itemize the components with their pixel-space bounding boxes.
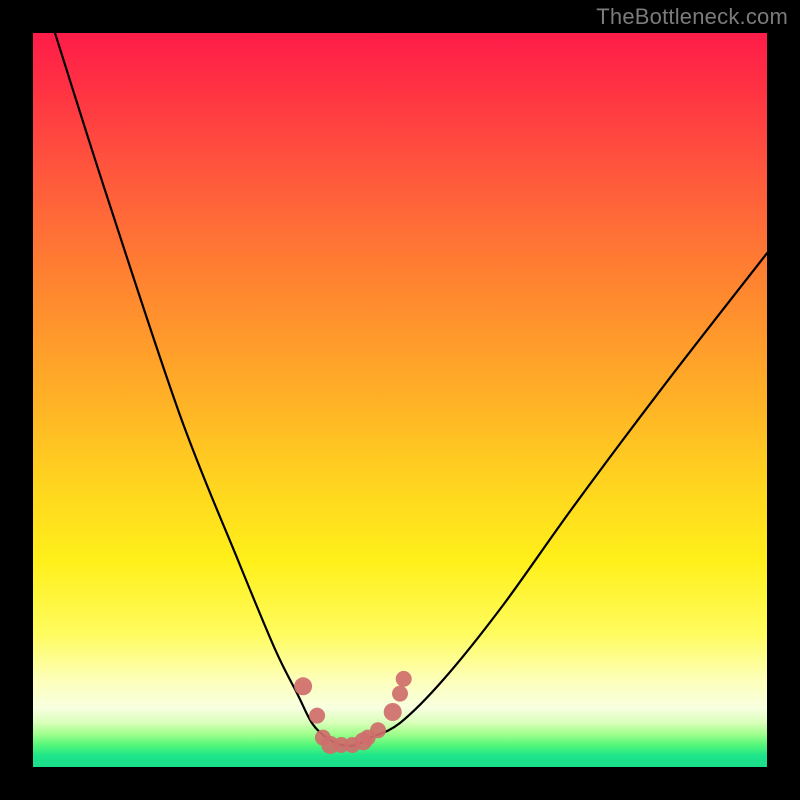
marker-dot bbox=[321, 736, 339, 754]
marker-dot bbox=[360, 730, 376, 746]
chart-frame: TheBottleneck.com bbox=[0, 0, 800, 800]
marker-dot bbox=[333, 737, 349, 753]
marker-dot bbox=[392, 686, 408, 702]
marker-dot bbox=[309, 708, 325, 724]
marker-dot bbox=[396, 671, 412, 687]
marker-dot bbox=[354, 732, 372, 750]
marker-dot bbox=[344, 737, 360, 753]
highlight-dots bbox=[294, 671, 412, 754]
watermark-text: TheBottleneck.com bbox=[596, 4, 788, 30]
marker-dot bbox=[294, 677, 312, 695]
marker-dot bbox=[384, 703, 402, 721]
line-chart-svg bbox=[33, 33, 767, 767]
marker-dot bbox=[315, 730, 331, 746]
marker-dot bbox=[370, 722, 386, 738]
bottleneck-curve bbox=[55, 33, 767, 746]
plot-area bbox=[33, 33, 767, 767]
